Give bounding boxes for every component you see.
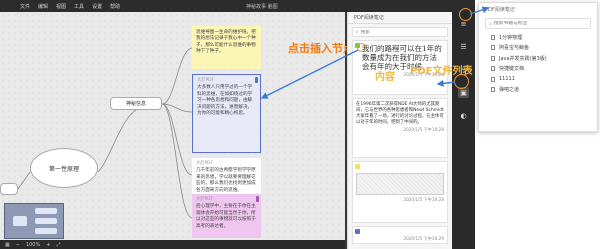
- pdf-note-date: 2020/1/5 下午10:29: [403, 236, 444, 241]
- menu-edit[interactable]: 编辑: [38, 3, 48, 10]
- highlight-icon: [355, 229, 360, 234]
- minimap-node: [35, 208, 57, 214]
- minimap-node: [13, 216, 27, 226]
- pdf-note-text: 在1996年第二次获得NDE AI大师的尤其期间，它与世界的各种思想者和Newt…: [356, 102, 444, 125]
- right-toolbar: ≡ ☰ ⌕ ▣ ◐: [452, 12, 475, 249]
- mindmap-root-node[interactable]: 第一性原理: [30, 148, 98, 188]
- note-card-text: 几千年前的古希腊学到学学原来的思想，学以就要要理解这些的，那么我们也找到更加成各…: [196, 168, 256, 193]
- mindmap-left-node[interactable]: [0, 183, 18, 195]
- content-annotation: 内容: [375, 72, 395, 83]
- pdf-search-box[interactable]: ⌕: [352, 27, 448, 37]
- note-card-text: 思维导图一生命的维护链。把我的想法记录于我心中一个种子，那么可能什么思维的事物种…: [196, 30, 256, 55]
- popover-title: PDF阅读笔记: [485, 6, 515, 13]
- root-node-label: 第一性原理: [48, 165, 79, 173]
- grid-icon[interactable]: ▦: [5, 242, 10, 248]
- popover-search-box[interactable]: ⌕: [485, 18, 591, 29]
- pdf-note-item[interactable]: 2020/1/5 下午10:29: [352, 226, 448, 244]
- highlight-circle: [459, 8, 472, 21]
- pdf-list-item[interactable]: 弹吧之道: [479, 85, 597, 96]
- menu-help[interactable]: 帮助: [110, 3, 120, 10]
- note-card[interactable]: 思维导图一生命的维护链。把我的想法记录于我心中一个种子，那么可能什么思维的事物种…: [192, 26, 261, 69]
- pdf-list-item-label: 弹吧之道: [499, 87, 520, 94]
- pdf-search-input[interactable]: [360, 29, 441, 35]
- document-title: 神秘故事 脑图: [246, 4, 278, 10]
- pdf-list-item-label: 1分钟物理: [499, 34, 523, 41]
- insert-node-annotation: 点击插入节点: [288, 42, 354, 55]
- minimap-node: [35, 228, 57, 234]
- pdf-note-item[interactable]: 在1996年第二次获得NDE AI大师的尤其期间，它与世界的各种思想者和Newt…: [352, 98, 448, 158]
- search-icon: ⌕: [356, 29, 359, 35]
- pdf-list-item[interactable]: 阿喜宝与鲸鱼: [479, 43, 597, 54]
- document-icon: [491, 76, 495, 82]
- note-card-tag: 大於PDF: [196, 197, 213, 202]
- document-icon: [491, 66, 495, 72]
- pdf-panel-header: PDF阅读笔记: [348, 12, 452, 24]
- pdf-list-item-label: 11111: [499, 76, 515, 83]
- pdf-note-date: 2020/1/5 下午10:28: [403, 127, 444, 132]
- fit-icon[interactable]: ⤢: [56, 242, 60, 248]
- titlebar: 文件 编辑 视图 工具 设置 帮助 神秘故事 脑图: [0, 0, 475, 12]
- popover-search-input[interactable]: [493, 21, 589, 26]
- pdf-list-item[interactable]: 1分钟物理: [479, 32, 597, 43]
- pdf-list-item[interactable]: Java并发实践(第3版): [479, 53, 597, 64]
- pdf-list-popover: PDF阅读笔记 ⌕ 1分钟物理 阿喜宝与鲸鱼 Java并发实践(第3版) 快捷键…: [478, 2, 598, 132]
- pdf-note-date: 2020/1/5 下午10:28: [403, 197, 444, 202]
- style-icon[interactable]: ◐: [458, 110, 469, 121]
- highlight-circle: [357, 43, 366, 52]
- pdf-note-item[interactable]: 2020/1/5 下午10:28: [352, 161, 448, 223]
- note-card-text: 大多数人只用学过的一个学科的思维，在如如绕过的学习一种各思想和问题，由解决问题的…: [197, 85, 253, 117]
- highlight-icon: [355, 164, 360, 169]
- search-icon: ⌕: [489, 20, 492, 27]
- pin-icon: [256, 196, 259, 202]
- document-icon: [491, 45, 495, 51]
- zoom-level: 100%: [25, 241, 41, 248]
- pdf-panel-title: PDF阅读笔记: [354, 15, 384, 21]
- document-icon: [491, 55, 495, 61]
- pdf-list-item[interactable]: 快捷键文档: [479, 64, 597, 75]
- note-card-text: 后心理学中，主要在于你在主观体会开始可能当然于你，所以对这些的事物就可以按照于高…: [196, 204, 256, 229]
- menu-tools[interactable]: 工具: [74, 3, 84, 10]
- branch-node-label: 神秘信息: [125, 101, 146, 107]
- pdf-list-item-label: 阿喜宝与鲸鱼: [499, 45, 530, 52]
- zoom-in-icon[interactable]: +: [46, 242, 50, 248]
- statusbar: ▦ − 100% + ⤢: [0, 240, 345, 249]
- mindmap-branch-node[interactable]: 神秘信息: [110, 97, 162, 110]
- document-icon: [491, 34, 495, 40]
- menu-settings[interactable]: 设置: [92, 3, 102, 10]
- note-card-selected[interactable]: 大於PDF 大多数人只用学过的一个学科的思维，在如如绕过的学习一种各思想和问题，…: [192, 74, 261, 153]
- pdf-list-item-label: Java并发实践(第3版): [499, 55, 547, 62]
- pdf-list-item-label: 快捷键文档: [499, 66, 525, 73]
- minimap[interactable]: [4, 203, 64, 239]
- menu-file[interactable]: 文件: [20, 3, 30, 10]
- note-image: [356, 173, 444, 195]
- note-card-tag: 大於PDF: [196, 161, 213, 166]
- pin-icon: [255, 77, 258, 83]
- menu-view[interactable]: 视图: [56, 3, 66, 10]
- note-card-tag: 大於PDF: [197, 78, 214, 83]
- zoom-out-icon[interactable]: −: [16, 242, 20, 248]
- minimap-node: [35, 218, 57, 224]
- note-card[interactable]: 大於PDF 后心理学中，主要在于你在主观体会开始可能当然于你，所以对这些的事物就…: [192, 194, 261, 238]
- highlight-circle: [454, 74, 469, 89]
- pdf-list-item[interactable]: 11111: [479, 74, 597, 85]
- outline-icon[interactable]: ☰: [458, 41, 469, 52]
- document-icon: [491, 87, 495, 93]
